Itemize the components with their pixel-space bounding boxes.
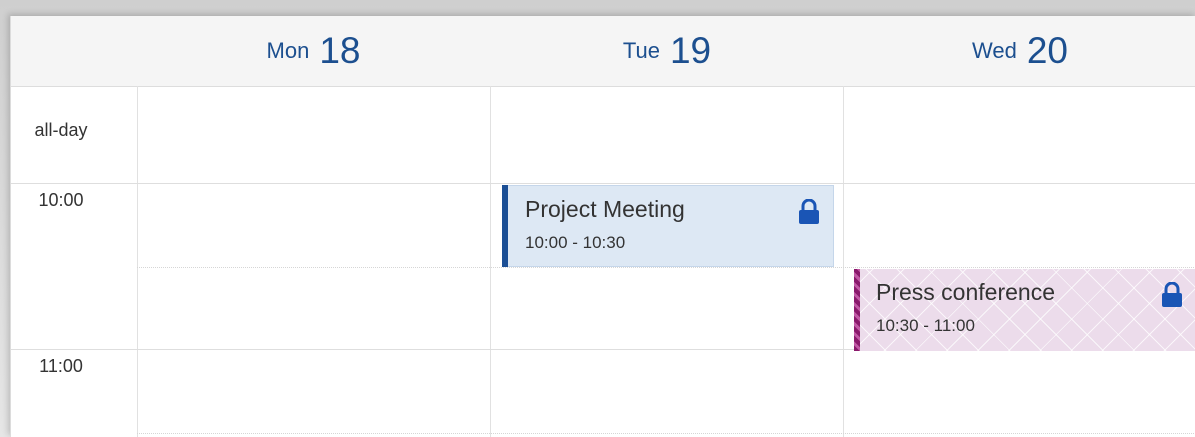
day-header-mon[interactable]: Mon 18 bbox=[137, 16, 490, 86]
day-name: Tue bbox=[622, 38, 660, 63]
event-time: 10:30 - 11:00 bbox=[876, 316, 975, 335]
event-press-conference[interactable]: Press conference 10:30 - 11:00 bbox=[854, 269, 1195, 351]
day-header-wed[interactable]: Wed 20 bbox=[844, 16, 1195, 86]
day-number: 19 bbox=[669, 30, 712, 71]
lock-icon bbox=[799, 199, 819, 224]
calendar-header: Mon 18 Tue 19 Wed 20 bbox=[11, 16, 1195, 87]
allday-cell-tue[interactable] bbox=[491, 87, 843, 183]
event-title: Project Meeting bbox=[525, 196, 685, 222]
day-header-tue[interactable]: Tue 19 bbox=[491, 16, 843, 86]
half-hour-line bbox=[137, 267, 1195, 268]
half-hour-line bbox=[137, 433, 1195, 434]
event-project-meeting[interactable]: Project Meeting 10:00 - 10:30 bbox=[502, 185, 834, 267]
week-calendar: Mon 18 Tue 19 Wed 20 all-day 10:00 11:00… bbox=[10, 16, 1195, 437]
time-label-1100: 11:00 bbox=[39, 356, 83, 376]
event-time: 10:00 - 10:30 bbox=[525, 233, 626, 252]
day-number: 18 bbox=[319, 30, 361, 71]
allday-cell-mon[interactable] bbox=[138, 87, 490, 183]
allday-label: all-day bbox=[34, 120, 88, 140]
day-name: Wed bbox=[972, 38, 1017, 63]
time-label-1000: 10:00 bbox=[38, 190, 84, 210]
day-name: Mon bbox=[266, 38, 310, 63]
lock-icon bbox=[1162, 282, 1182, 307]
event-title: Press conference bbox=[876, 279, 1055, 305]
allday-cell-wed[interactable] bbox=[844, 87, 1195, 183]
day-number: 20 bbox=[1026, 30, 1068, 71]
allday-divider bbox=[11, 183, 1195, 184]
